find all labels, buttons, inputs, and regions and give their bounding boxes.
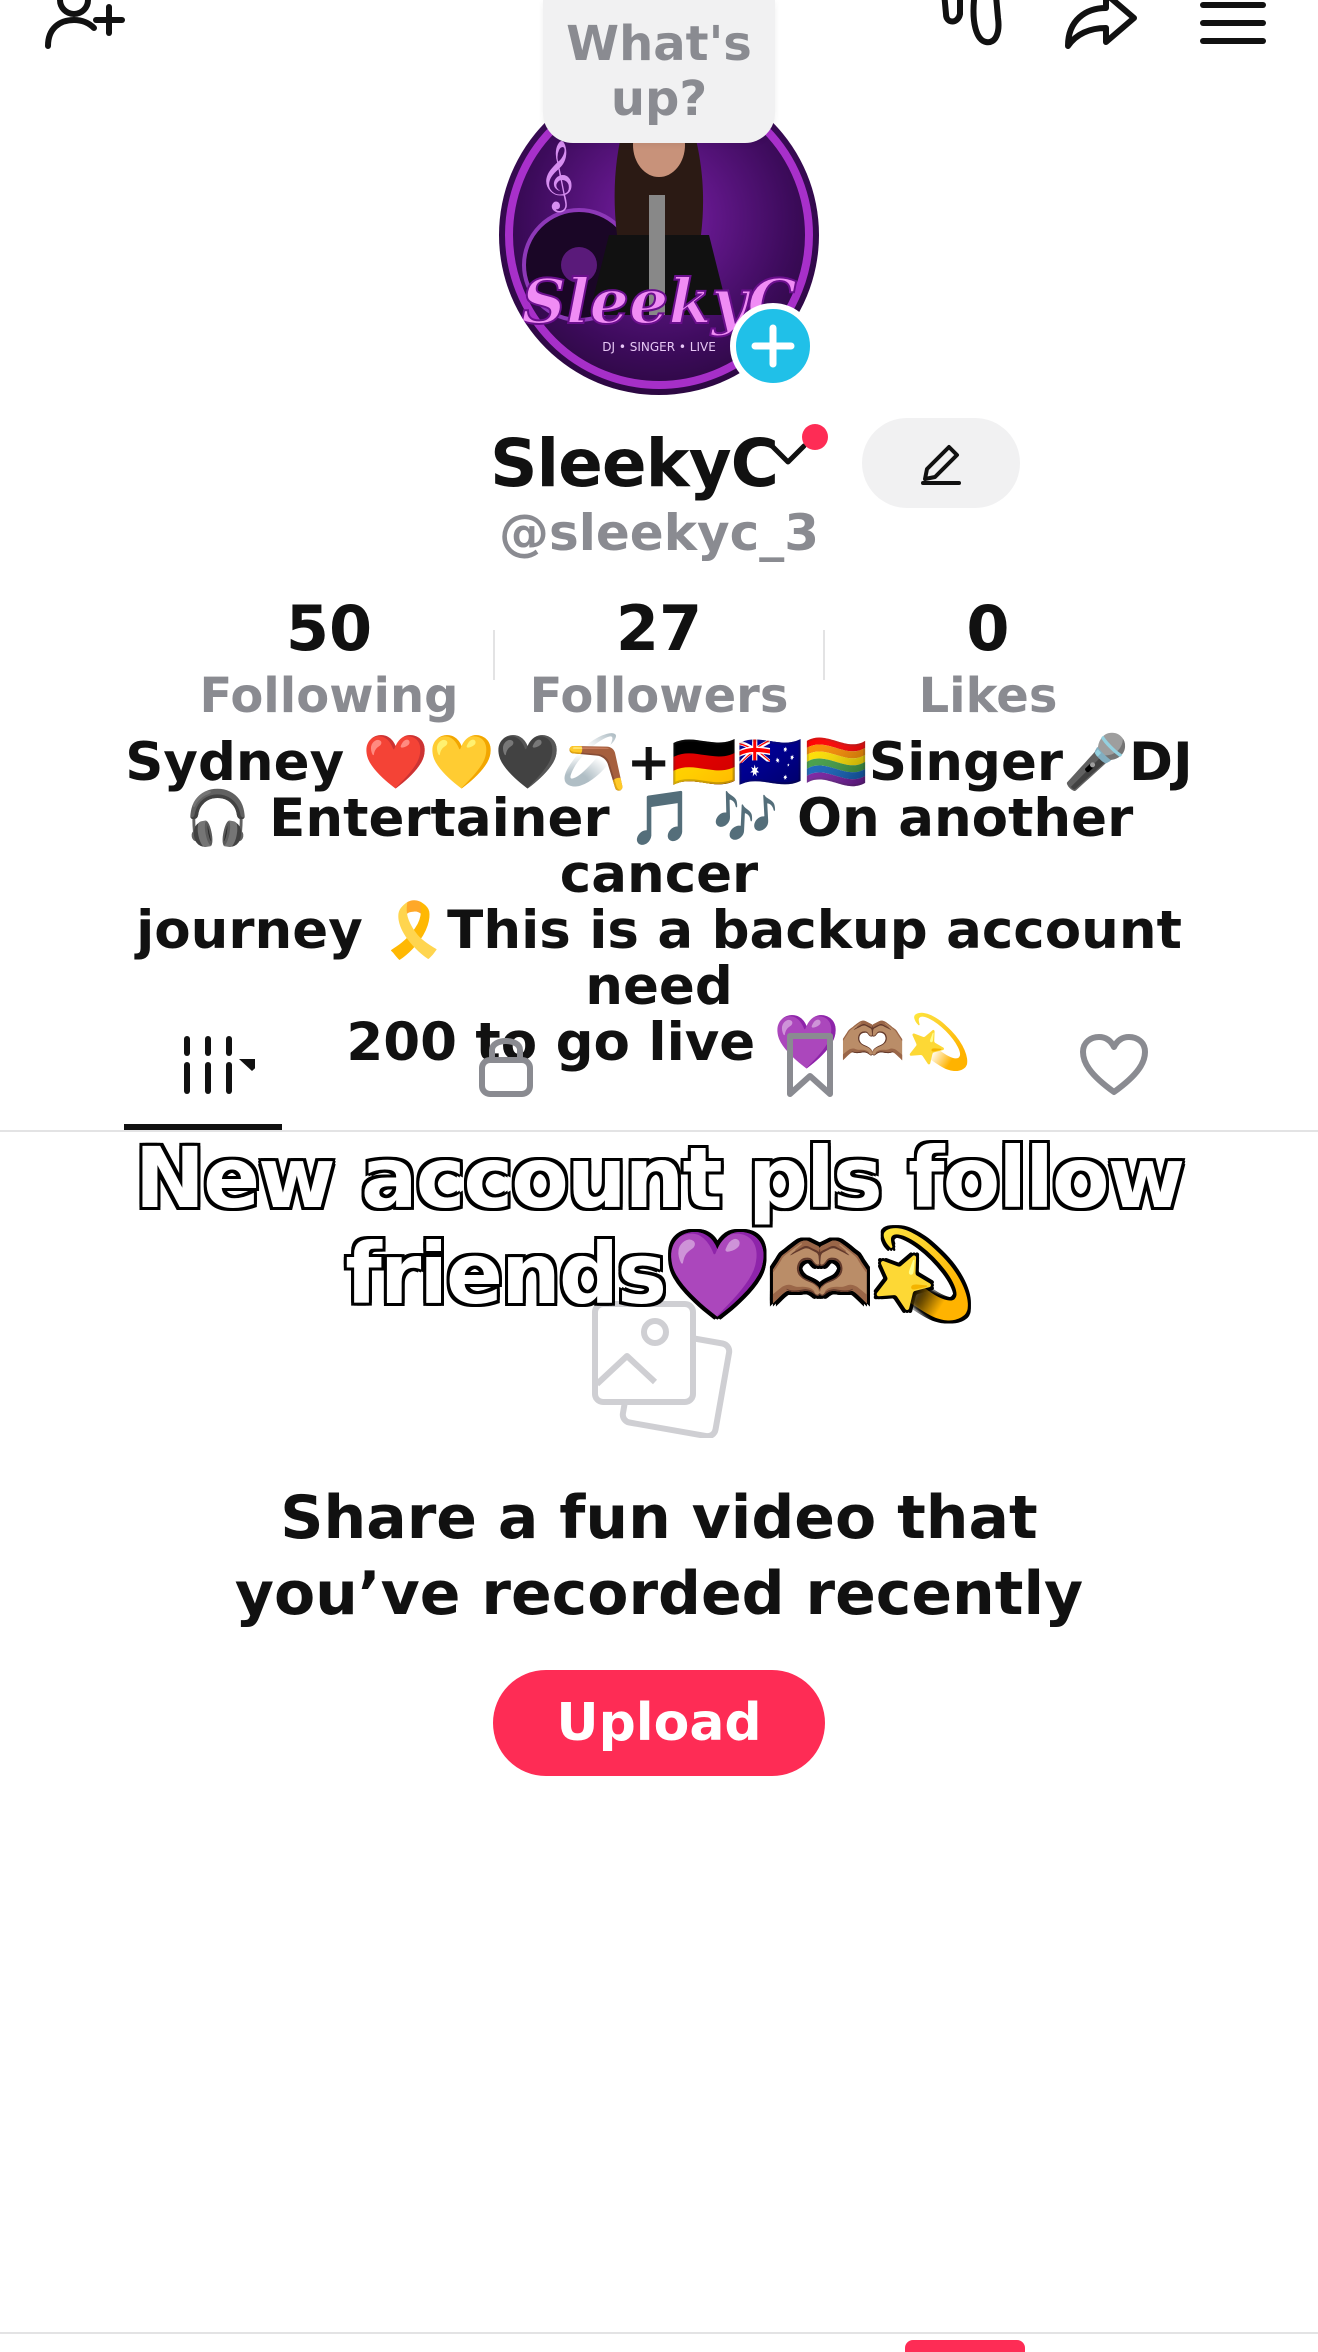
stat-value: 50 [285, 592, 373, 665]
profile-bio[interactable]: Sydney ❤️💛🖤🪃+🇩🇪🇦🇺🏳️‍🌈Singer🎤DJ 🎧 Enterta… [120, 735, 1198, 1071]
stat-followers[interactable]: 27 Followers [509, 590, 809, 724]
tab-saved[interactable] [750, 1030, 870, 1100]
lock-icon [479, 1038, 533, 1097]
bottom-nav-create-button[interactable] [905, 2340, 1025, 2352]
svg-text:DJ • SINGER • LIVE: DJ • SINGER • LIVE [602, 340, 716, 354]
edit-profile-button[interactable] [862, 418, 1020, 508]
overlay-caption: New account pls follow friends💜🫶🏽💫 [134, 1129, 1185, 1323]
stat-label: Following [199, 668, 459, 724]
footprints-icon[interactable] [938, 0, 1004, 56]
stat-divider [493, 630, 495, 680]
stat-following[interactable]: 50 Following [179, 590, 479, 724]
stat-label: Followers [529, 668, 789, 724]
stat-value: 27 [615, 592, 703, 665]
display-name[interactable]: SleekyC [490, 425, 779, 503]
empty-state-title: Share a fun video that you’ve recorded r… [234, 1483, 1084, 1629]
grid-bars-icon [184, 1036, 255, 1094]
tab-videos-grid[interactable] [124, 1030, 282, 1100]
stat-label: Likes [918, 668, 1058, 724]
upload-button[interactable]: Upload [493, 1670, 825, 1776]
username: @sleekyc_3 [499, 504, 819, 562]
svg-text:𝄞: 𝄞 [539, 140, 574, 212]
stat-likes[interactable]: 0 Likes [838, 590, 1138, 724]
stat-value: 0 [966, 592, 1010, 665]
add-friend-icon[interactable] [44, 0, 126, 58]
plus-icon [751, 324, 795, 368]
notification-dot [802, 424, 828, 450]
bottom-nav-divider [0, 2332, 1318, 2334]
add-story-button[interactable] [730, 303, 816, 389]
tab-liked[interactable] [1054, 1030, 1174, 1100]
menu-icon[interactable] [1200, 2, 1266, 48]
bookmark-icon [787, 1033, 833, 1097]
heart-icon [1080, 1034, 1148, 1095]
status-bubble[interactable]: What's up? [543, 0, 775, 143]
status-bubble-text: What's up? [566, 15, 752, 127]
pencil-icon [921, 445, 961, 485]
chevron-down-icon[interactable] [768, 440, 808, 474]
stat-divider [823, 630, 825, 680]
tab-private[interactable] [446, 1030, 566, 1100]
share-icon[interactable] [1062, 0, 1140, 56]
